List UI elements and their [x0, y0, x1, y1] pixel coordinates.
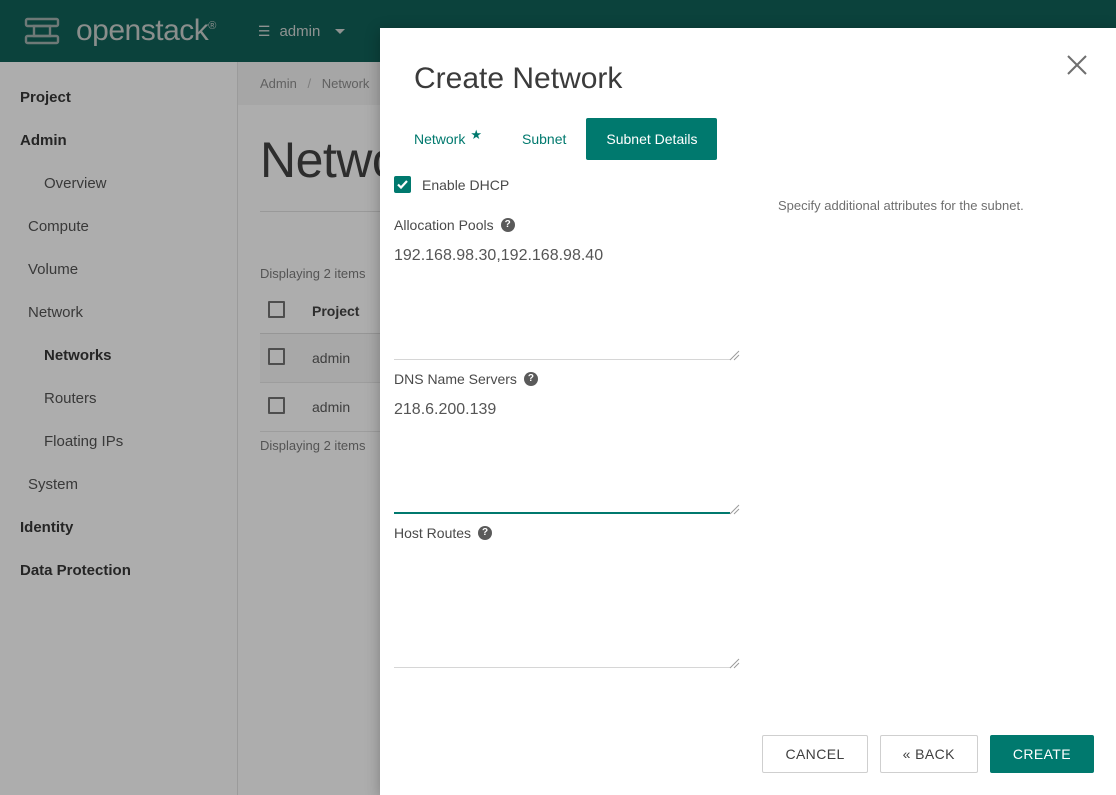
tab-subnet-details[interactable]: Subnet Details	[586, 118, 717, 160]
modal-tabs: Network ★ Subnet Subnet Details	[380, 96, 1116, 160]
close-icon[interactable]	[1060, 48, 1094, 82]
enable-dhcp-label: Enable DHCP	[422, 177, 509, 193]
enable-dhcp-row[interactable]: Enable DHCP	[394, 176, 744, 193]
subnet-details-form: Enable DHCP Allocation Pools ?	[394, 176, 744, 735]
modal-title: Create Network	[414, 62, 1082, 96]
create-button[interactable]: CREATE	[990, 735, 1094, 773]
dns-name-servers-input[interactable]	[394, 396, 730, 514]
modal-help-panel: Specify additional attributes for the su…	[744, 176, 1082, 735]
enable-dhcp-checkbox[interactable]	[394, 176, 411, 193]
screen: openstack® ☰ admin Project Admin Overvie…	[0, 0, 1116, 795]
help-icon[interactable]: ?	[478, 526, 492, 540]
host-routes-label-text: Host Routes	[394, 525, 471, 541]
resize-handle-icon[interactable]	[729, 350, 740, 361]
help-icon[interactable]: ?	[524, 372, 538, 386]
allocation-pools-input[interactable]	[394, 242, 730, 360]
allocation-pools-label-text: Allocation Pools	[394, 217, 494, 233]
allocation-pools-label: Allocation Pools ?	[394, 217, 744, 233]
help-icon[interactable]: ?	[501, 218, 515, 232]
tab-network-label: Network	[414, 131, 465, 147]
cancel-button[interactable]: CANCEL	[762, 735, 867, 773]
tab-subnet-details-label: Subnet Details	[606, 131, 697, 147]
dns-name-servers-label-text: DNS Name Servers	[394, 371, 517, 387]
dns-name-servers-label: DNS Name Servers ?	[394, 371, 744, 387]
modal-help-text: Specify additional attributes for the su…	[778, 196, 1082, 217]
resize-handle-icon[interactable]	[729, 504, 740, 515]
host-routes-label: Host Routes ?	[394, 525, 744, 541]
host-routes-field: Host Routes ?	[394, 525, 744, 673]
allocation-pools-field: Allocation Pools ?	[394, 217, 744, 365]
modal-header: Create Network	[380, 28, 1116, 96]
star-icon: ★	[470, 128, 482, 141]
allocation-pools-input-wrap	[394, 242, 744, 365]
host-routes-input-wrap	[394, 550, 744, 673]
back-button[interactable]: « BACK	[880, 735, 978, 773]
tab-subnet-label: Subnet	[522, 131, 566, 147]
modal-footer: CANCEL « BACK CREATE	[380, 735, 1116, 795]
create-network-modal: Create Network Network ★ Subnet Subnet D…	[380, 28, 1116, 795]
tab-subnet[interactable]: Subnet	[502, 118, 586, 160]
tab-network[interactable]: Network ★	[394, 118, 502, 160]
host-routes-input[interactable]	[394, 550, 730, 668]
resize-handle-icon[interactable]	[729, 658, 740, 669]
modal-body: Enable DHCP Allocation Pools ?	[380, 160, 1116, 735]
dns-name-servers-input-wrap	[394, 396, 744, 519]
dns-name-servers-field: DNS Name Servers ?	[394, 371, 744, 519]
